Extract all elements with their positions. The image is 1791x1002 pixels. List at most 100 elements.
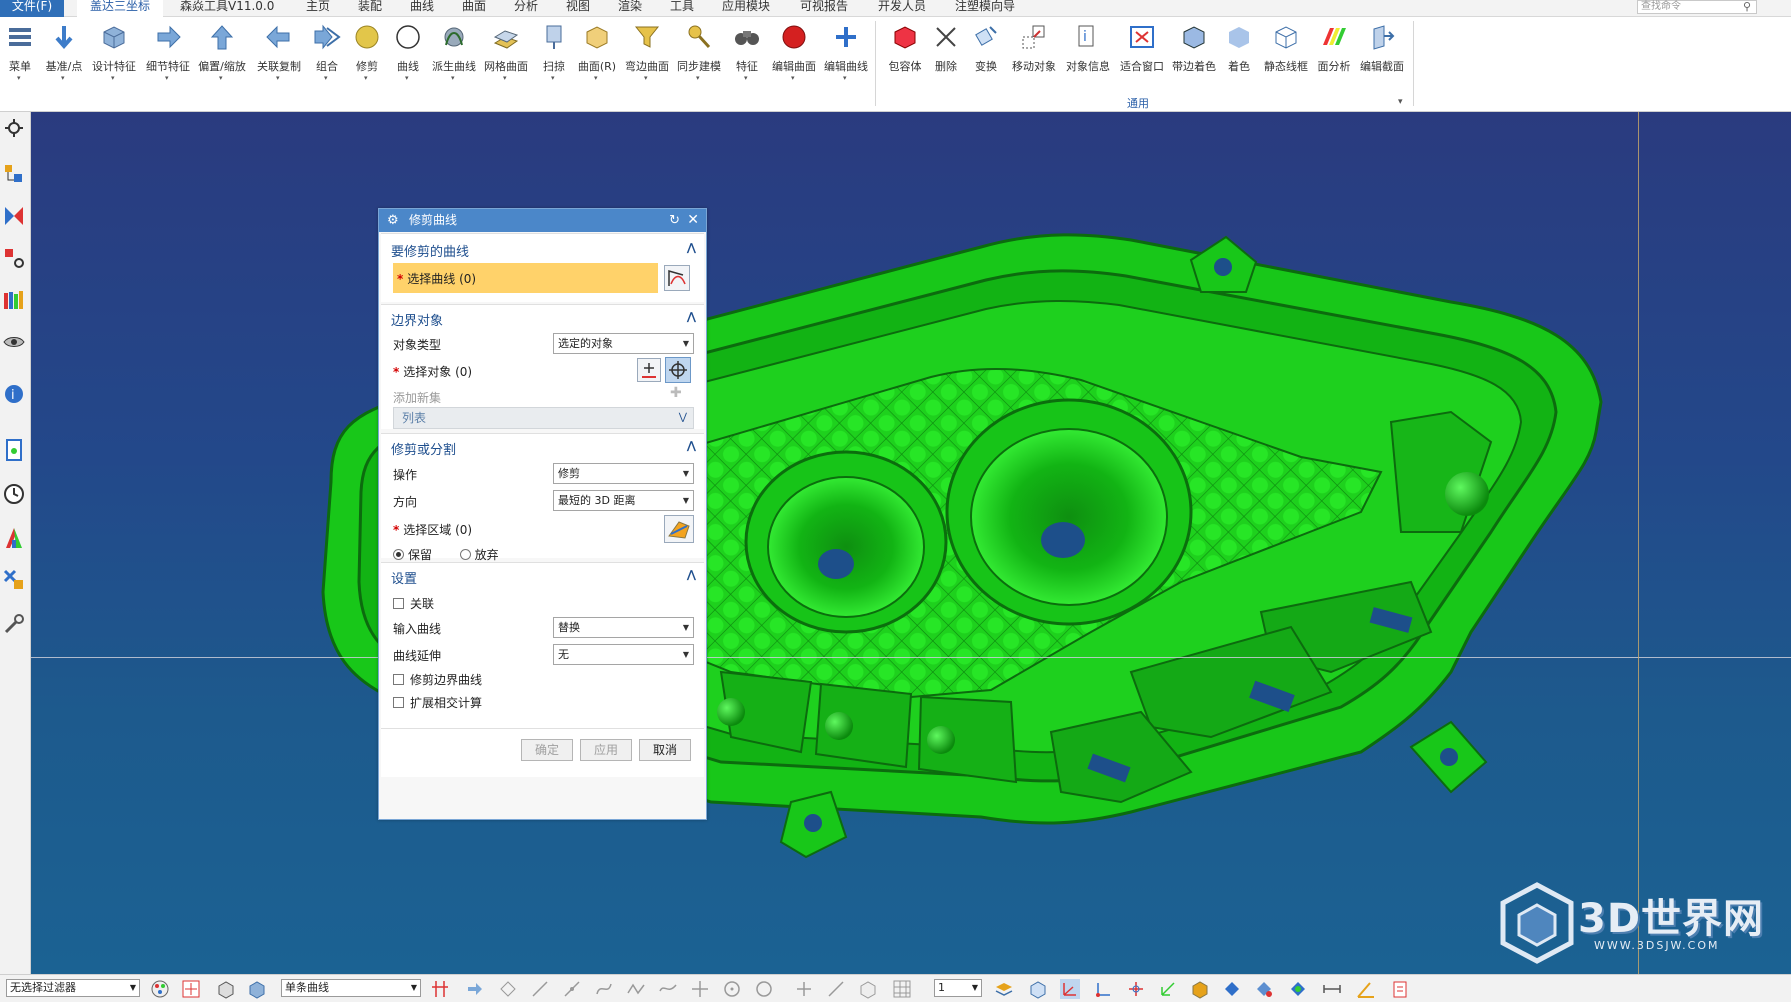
menu-tab-curve[interactable]: 曲线 — [410, 0, 440, 17]
ribbon-sweep-button[interactable]: 扫掠 ▾ — [537, 17, 571, 85]
keep-radio[interactable] — [393, 549, 404, 560]
select-solid-icon[interactable] — [247, 979, 267, 999]
clock-icon[interactable] — [2, 482, 26, 506]
ribbon-feature-button[interactable]: 特征 ▾ — [729, 17, 765, 85]
existing-point-icon[interactable] — [794, 979, 814, 999]
scale-select[interactable]: 1 ▼ — [934, 979, 982, 997]
discard-label[interactable]: 放弃 — [475, 548, 499, 562]
direction-select[interactable]: 最短的 3D 距离 ▼ — [553, 490, 694, 511]
curve-extension-select[interactable]: 无 ▼ — [553, 644, 694, 665]
ribbon-derived-curve-button[interactable]: 派生曲线 ▾ — [431, 17, 477, 85]
surface-point-icon[interactable] — [858, 979, 878, 999]
endpoint-icon[interactable] — [530, 979, 550, 999]
palette-icon[interactable] — [2, 526, 26, 550]
select-curve-row[interactable]: * 选择曲线 (0) — [393, 263, 658, 293]
polyline-icon[interactable] — [626, 979, 646, 999]
color-filter-icon[interactable] — [150, 979, 170, 999]
associative-checkbox[interactable] — [393, 598, 404, 609]
group-options-icon[interactable]: ▾ — [1398, 97, 1403, 107]
measure-distance-icon[interactable] — [1322, 979, 1342, 999]
ribbon-fit-window-button[interactable]: 适合窗口 — [1118, 17, 1166, 85]
reset-icon[interactable]: ↻ — [669, 209, 680, 232]
assembly-navigator-icon[interactable] — [2, 204, 26, 228]
snap-point-icon[interactable] — [498, 979, 518, 999]
ribbon-shaded-edges-button[interactable]: 带边着色 — [1170, 17, 1218, 85]
ribbon-offset-scale-button[interactable]: 偏置/缩放 ▾ — [198, 17, 246, 85]
ribbon-bounding-body-button[interactable]: 包容体 — [886, 17, 924, 85]
menu-tab-assembly[interactable]: 装配 — [358, 0, 388, 17]
object-type-select[interactable]: 选定的对象 ▼ — [553, 333, 694, 354]
ribbon-flange-surface-button[interactable]: 弯边曲面 ▾ — [624, 17, 670, 85]
csys-origin-icon[interactable] — [1094, 979, 1114, 999]
menu-tab-visual-report[interactable]: 可视报告 — [800, 0, 856, 17]
ribbon-combine-button[interactable]: 组合 ▾ — [310, 17, 344, 85]
display-filter-icon[interactable] — [1288, 979, 1308, 999]
menu-tab-tools[interactable]: 工具 — [670, 0, 700, 17]
midpoint-icon[interactable] — [562, 979, 582, 999]
curve-intersection-icon[interactable] — [430, 979, 450, 999]
collapse-icon[interactable]: ⋀ — [687, 310, 696, 323]
info-icon[interactable]: i — [2, 382, 26, 406]
command-search-input[interactable]: 查找命令 — [1637, 0, 1757, 14]
collapse-icon[interactable]: ⋀ — [687, 568, 696, 581]
snap-view-icon[interactable] — [1222, 979, 1242, 999]
section-header[interactable]: 修剪或分割 — [391, 439, 456, 458]
ribbon-edit-surface-button[interactable]: 编辑曲面 ▾ — [771, 17, 817, 85]
layer-icon[interactable] — [994, 979, 1014, 999]
menu-tab-app-modules[interactable]: 应用模块 — [722, 0, 780, 17]
ribbon-surface-button[interactable]: 曲面(R) ▾ — [578, 17, 616, 85]
select-region-button[interactable] — [664, 515, 694, 543]
ribbon-mesh-surface-button[interactable]: 网格曲面 ▾ — [483, 17, 529, 85]
wrench-icon[interactable] — [2, 612, 26, 636]
section-header[interactable]: 边界对象 — [391, 310, 443, 329]
ribbon-curve-button[interactable]: 曲线 ▾ — [391, 17, 425, 85]
quadrant-icon[interactable] — [754, 979, 774, 999]
curve-point-icon[interactable] — [594, 979, 614, 999]
ribbon-shaded-button[interactable]: 着色 — [1222, 17, 1256, 85]
search-icon[interactable]: ⚲ — [1743, 0, 1751, 13]
arrow-right-icon[interactable] — [465, 979, 485, 999]
collapse-icon[interactable]: ⋀ — [687, 241, 696, 254]
select-body-icon[interactable] — [216, 979, 236, 999]
curve-rule-select[interactable]: 单条曲线 ▼ — [281, 979, 421, 997]
list-expander[interactable]: 列表 ⋁ — [393, 407, 694, 429]
input-curve-select[interactable]: 替换 ▼ — [553, 617, 694, 638]
view-cube-icon[interactable] — [1028, 979, 1048, 999]
csys-dynamic-icon[interactable] — [1126, 979, 1146, 999]
reuse-library-icon[interactable] — [2, 288, 26, 312]
associative-row[interactable]: 关联 — [393, 595, 434, 612]
select-object-button[interactable] — [665, 357, 691, 383]
section-header[interactable]: 设置 — [391, 568, 417, 587]
collapse-icon[interactable]: ⋀ — [687, 439, 696, 452]
spline-icon[interactable] — [658, 979, 678, 999]
add-new-set-icon[interactable]: ✚ — [670, 385, 682, 401]
menu-tab-developer[interactable]: 开发人员 — [878, 0, 934, 17]
ribbon-move-object-button[interactable]: 移动对象 — [1010, 17, 1058, 85]
menu-tab-gaida[interactable]: 盖达三坐标 — [77, 0, 163, 17]
gear-icon[interactable]: ⚙ — [387, 209, 399, 232]
part-navigator-icon[interactable] — [2, 162, 26, 186]
roles-icon[interactable] — [2, 568, 26, 592]
add-object-button[interactable] — [637, 358, 661, 382]
ribbon-datum-point-button[interactable]: 基准/点 ▾ — [44, 17, 84, 85]
csys-orient-icon[interactable] — [1190, 979, 1210, 999]
ribbon-object-info-button[interactable]: i 对象信息 — [1064, 17, 1112, 85]
close-icon[interactable]: ✕ — [687, 209, 699, 232]
menu-tab-home[interactable]: 主页 — [306, 0, 336, 17]
ribbon-transform-button[interactable]: 变换 — [968, 17, 1004, 85]
section-header[interactable]: 要修剪的曲线 — [391, 241, 469, 260]
apply-button[interactable]: 应用 — [580, 739, 632, 761]
ribbon-design-feature-button[interactable]: 设计特征 ▾ — [92, 17, 136, 85]
trim-boundary-checkbox[interactable] — [393, 674, 404, 685]
menu-tab-view[interactable]: 视图 — [566, 0, 596, 17]
cancel-button[interactable]: 取消 — [639, 739, 691, 761]
ribbon-sync-modeling-button[interactable]: 同步建模 ▾ — [677, 17, 721, 85]
ribbon-trim-button[interactable]: 修剪 ▾ — [350, 17, 384, 85]
discard-radio[interactable] — [459, 549, 471, 560]
menu-tab-render[interactable]: 渲染 — [618, 0, 648, 17]
trim-boundary-row[interactable]: 修剪边界曲线 — [393, 671, 482, 688]
dialog-title-bar[interactable]: ⚙ 修剪曲线 ↻ ✕ — [379, 209, 706, 232]
wcs-icon[interactable] — [1060, 979, 1080, 999]
eye-icon[interactable] — [2, 330, 26, 354]
ribbon-edit-curve-button[interactable]: 编辑曲线 ▾ — [823, 17, 869, 85]
